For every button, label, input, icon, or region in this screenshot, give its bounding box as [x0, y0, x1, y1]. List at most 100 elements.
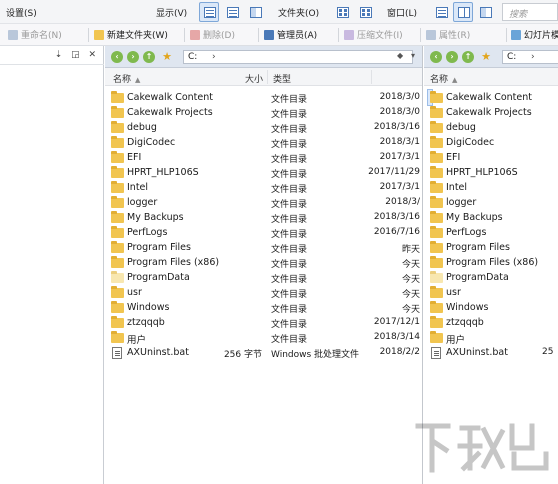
file-name-cell[interactable]: Windows: [109, 300, 169, 315]
file-name-cell[interactable]: Cakewalk Content: [427, 89, 532, 106]
file-name-cell[interactable]: EFI: [428, 150, 460, 165]
file-name-cell[interactable]: Cakewalk Content: [109, 90, 213, 105]
file-row[interactable]: debug: [424, 120, 558, 135]
file-row[interactable]: logger: [424, 195, 558, 210]
file-row[interactable]: Program Files (x86) 文件目录 今天: [105, 255, 422, 270]
file-row[interactable]: Cakewalk Content: [424, 89, 558, 106]
chevron-down-icon[interactable]: ▾: [411, 51, 415, 60]
file-name-cell[interactable]: 用户: [109, 330, 146, 346]
favorite-star-icon[interactable]: ★: [161, 51, 173, 63]
new-folder-button[interactable]: 新建文件夹(W): [94, 28, 168, 41]
file-row[interactable]: debug 文件目录 2018/3/16: [105, 120, 422, 135]
file-row[interactable]: usr: [424, 285, 558, 300]
properties-button[interactable]: 属性(R): [426, 28, 470, 41]
file-name-cell[interactable]: DigiCodec: [428, 135, 494, 150]
file-name-cell[interactable]: HPRT_HLP106S: [109, 165, 199, 180]
file-name-cell[interactable]: logger: [428, 195, 476, 210]
file-row[interactable]: HPRT_HLP106S: [424, 165, 558, 180]
file-row[interactable]: PerfLogs: [424, 225, 558, 240]
file-row[interactable]: Windows 文件目录 今天: [105, 300, 422, 315]
admin-button[interactable]: 管理员(A): [264, 28, 317, 41]
column-size[interactable]: 大小: [245, 72, 263, 85]
menu-window[interactable]: 窗口(L): [387, 6, 417, 19]
file-name-cell[interactable]: DigiCodec: [109, 135, 175, 150]
file-name-cell[interactable]: PerfLogs: [109, 225, 167, 240]
column-divider[interactable]: [267, 70, 268, 84]
file-row[interactable]: 用户: [424, 330, 558, 346]
file-row[interactable]: My Backups: [424, 210, 558, 225]
file-row[interactable]: DigiCodec: [424, 135, 558, 150]
layout-tree-button[interactable]: [475, 2, 495, 22]
column-name[interactable]: 名称 ▲: [113, 72, 140, 85]
file-row[interactable]: Cakewalk Projects: [424, 105, 558, 120]
file-row[interactable]: AXUninst.bat 25: [424, 345, 558, 360]
file-row[interactable]: Program Files: [424, 240, 558, 255]
rename-button[interactable]: 重命名(N): [8, 28, 62, 41]
file-name-cell[interactable]: Program Files: [109, 240, 191, 255]
view-thumbnails-button[interactable]: [332, 2, 352, 22]
delete-button[interactable]: 删除(D): [190, 28, 235, 41]
file-name-cell[interactable]: usr: [428, 285, 461, 300]
column-type[interactable]: 类型: [273, 72, 291, 85]
menu-folder[interactable]: 文件夹(O): [278, 6, 319, 19]
file-row[interactable]: Intel 文件目录 2017/3/1: [105, 180, 422, 195]
file-row[interactable]: Windows: [424, 300, 558, 315]
address-input[interactable]: C: ›: [502, 50, 558, 64]
file-name-cell[interactable]: usr: [109, 285, 142, 300]
file-name-cell[interactable]: PerfLogs: [428, 225, 486, 240]
file-name-cell[interactable]: My Backups: [428, 210, 503, 225]
file-row[interactable]: Program Files 文件目录 昨天: [105, 240, 422, 255]
column-name[interactable]: 名称 ▲: [430, 72, 457, 85]
slideshow-button[interactable]: 幻灯片模: [511, 28, 558, 41]
file-name-cell[interactable]: Program Files: [428, 240, 510, 255]
file-row[interactable]: AXUninst.bat 256 字节 Windows 批处理文件 2018/2/2: [105, 345, 422, 360]
file-name-cell[interactable]: My Backups: [109, 210, 184, 225]
file-row[interactable]: 用户 文件目录 2018/3/14: [105, 330, 422, 346]
file-row[interactable]: usr 文件目录 今天: [105, 285, 422, 300]
file-name-cell[interactable]: EFI: [109, 150, 141, 165]
favorite-star-icon[interactable]: ★: [480, 51, 492, 63]
file-row[interactable]: Program Files (x86): [424, 255, 558, 270]
file-row[interactable]: Intel: [424, 180, 558, 195]
file-row[interactable]: EFI 文件目录 2017/3/1: [105, 150, 422, 165]
file-row[interactable]: HPRT_HLP106S 文件目录 2017/11/29: [105, 165, 422, 180]
file-row[interactable]: ProgramData: [424, 270, 558, 285]
file-name-cell[interactable]: ProgramData: [428, 270, 509, 285]
file-name-cell[interactable]: ztzqqqb: [109, 315, 165, 330]
file-row[interactable]: PerfLogs 文件目录 2016/7/16: [105, 225, 422, 240]
file-name-cell[interactable]: ztzqqqb: [428, 315, 484, 330]
view-details-button[interactable]: [199, 2, 219, 22]
file-name-cell[interactable]: 用户: [428, 330, 465, 346]
forward-icon[interactable]: ›: [127, 51, 139, 63]
file-row[interactable]: Cakewalk Content 文件目录 2018/3/0: [105, 90, 422, 105]
search-box[interactable]: 搜索: [502, 3, 558, 21]
panel-controls[interactable]: ⇣ ◲ ✕: [55, 50, 99, 60]
view-preview-button[interactable]: [245, 2, 265, 22]
file-row[interactable]: logger 文件目录 2018/3/: [105, 195, 422, 210]
menu-display[interactable]: 显示(V): [156, 6, 187, 19]
file-name-cell[interactable]: Program Files (x86): [428, 255, 538, 270]
file-row[interactable]: DigiCodec 文件目录 2018/3/1: [105, 135, 422, 150]
file-name-cell[interactable]: Cakewalk Projects: [428, 105, 532, 120]
file-row[interactable]: ztzqqqb 文件目录 2017/12/1: [105, 315, 422, 330]
file-name-cell[interactable]: Cakewalk Projects: [109, 105, 213, 120]
file-name-cell[interactable]: AXUninst.bat: [109, 345, 189, 360]
view-list-button[interactable]: [222, 2, 242, 22]
back-icon[interactable]: ‹: [430, 51, 442, 63]
file-name-cell[interactable]: Program Files (x86): [109, 255, 219, 270]
file-row[interactable]: My Backups 文件目录 2018/3/16: [105, 210, 422, 225]
forward-icon[interactable]: ›: [446, 51, 458, 63]
file-name-cell[interactable]: Intel: [109, 180, 148, 195]
file-name-cell[interactable]: debug: [428, 120, 476, 135]
file-name-cell[interactable]: HPRT_HLP106S: [428, 165, 518, 180]
file-name-cell[interactable]: debug: [109, 120, 157, 135]
file-row[interactable]: Cakewalk Projects 文件目录 2018/3/0: [105, 105, 422, 120]
up-icon[interactable]: ↑: [462, 51, 474, 63]
file-row[interactable]: ztzqqqb: [424, 315, 558, 330]
compress-button[interactable]: 压缩文件(I): [344, 28, 403, 41]
file-name-cell[interactable]: ProgramData: [109, 270, 190, 285]
file-name-cell[interactable]: Intel: [428, 180, 467, 195]
view-icons-button[interactable]: [355, 2, 375, 22]
file-name-cell[interactable]: logger: [109, 195, 157, 210]
address-input[interactable]: C: ›: [183, 50, 413, 64]
